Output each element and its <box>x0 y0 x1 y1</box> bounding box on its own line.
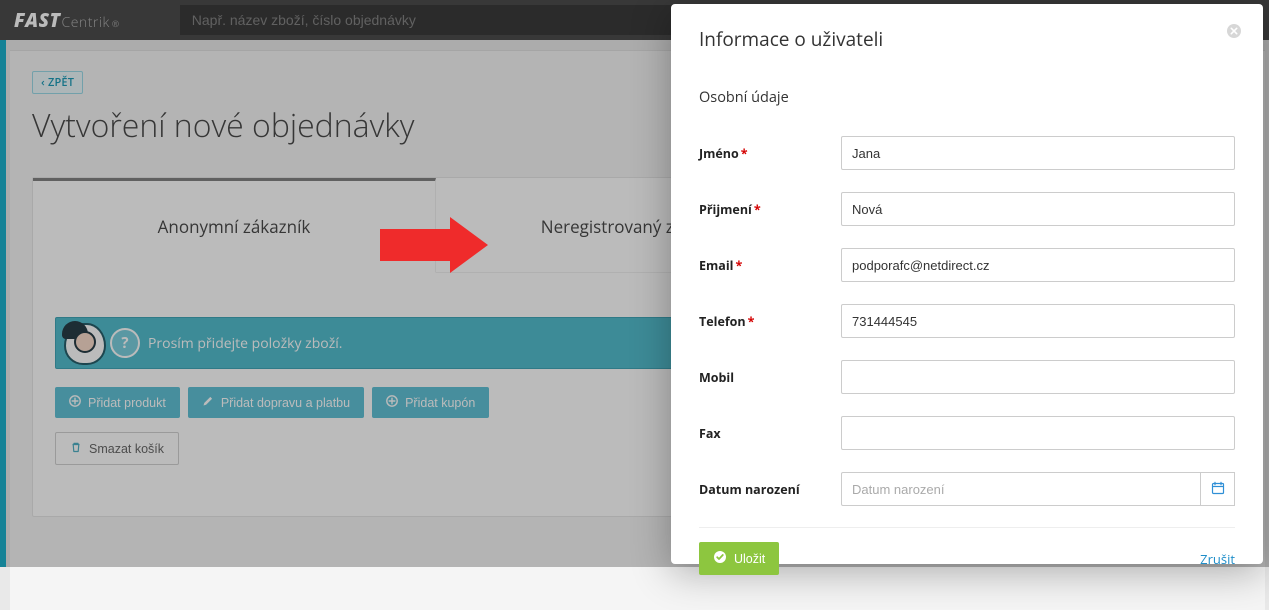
user-info-modal: Informace o uživateli Osobní údaje Jméno… <box>671 4 1263 564</box>
modal-footer: Uložit Zrušit <box>699 527 1235 593</box>
cancel-link[interactable]: Zrušit <box>1200 550 1235 568</box>
date-picker-button[interactable] <box>1201 472 1235 506</box>
row-mobile: Mobil <box>699 349 1235 405</box>
label-last-name: Přijmení* <box>699 201 841 218</box>
label-email: Email* <box>699 257 841 274</box>
dob-field[interactable] <box>841 472 1201 506</box>
mobile-field[interactable] <box>841 360 1235 394</box>
label-first-name: Jméno* <box>699 145 841 162</box>
row-fax: Fax <box>699 405 1235 461</box>
section-personal: Osobní údaje <box>699 88 1235 107</box>
check-icon <box>713 550 727 567</box>
label-phone: Telefon* <box>699 313 841 330</box>
calendar-icon <box>1211 478 1225 500</box>
email-field[interactable] <box>841 248 1235 282</box>
label-mobile: Mobil <box>699 369 841 386</box>
fax-field[interactable] <box>841 416 1235 450</box>
row-dob: Datum narození <box>699 461 1235 517</box>
row-phone: Telefon* <box>699 293 1235 349</box>
close-button[interactable] <box>1223 20 1245 42</box>
save-label: Uložit <box>734 552 765 566</box>
first-name-field[interactable] <box>841 136 1235 170</box>
label-dob: Datum narození <box>699 481 841 498</box>
row-email: Email* <box>699 237 1235 293</box>
modal-title: Informace o uživateli <box>699 26 1235 52</box>
user-form: Jméno* Přijmení* Email* Telefon* Mobil F… <box>699 125 1235 517</box>
phone-field[interactable] <box>841 304 1235 338</box>
save-button[interactable]: Uložit <box>699 542 779 575</box>
row-first-name: Jméno* <box>699 125 1235 181</box>
label-fax: Fax <box>699 425 841 442</box>
row-last-name: Přijmení* <box>699 181 1235 237</box>
close-icon <box>1226 16 1242 46</box>
last-name-field[interactable] <box>841 192 1235 226</box>
